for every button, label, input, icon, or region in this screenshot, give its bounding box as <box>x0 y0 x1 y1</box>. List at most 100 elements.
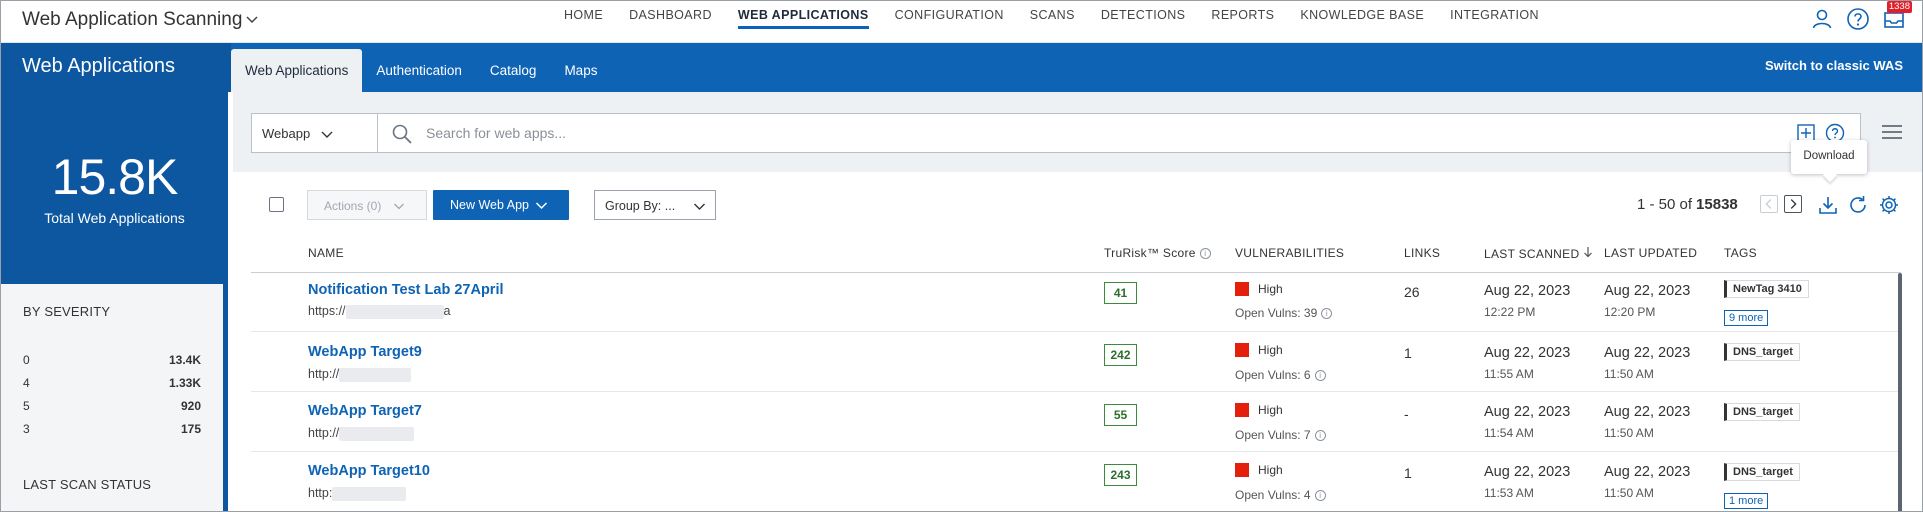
nav-detections[interactable]: DETECTIONS <box>1101 1 1186 43</box>
severity-level: 3 <box>23 422 30 436</box>
app-name-link[interactable]: WebApp Target9 <box>308 344 422 360</box>
last-scanned-date: Aug 22, 2023 <box>1484 464 1571 480</box>
last-scanned-date: Aug 22, 2023 <box>1484 283 1571 299</box>
chevron-down-icon <box>394 203 404 210</box>
select-all-checkbox[interactable] <box>269 197 284 212</box>
group-by-select[interactable]: Group By: ... <box>594 190 716 220</box>
last-updated-time: 11:50 AM <box>1604 426 1654 440</box>
search-input[interactable] <box>426 122 1726 144</box>
menu-icon[interactable] <box>1881 122 1903 142</box>
user-icon[interactable] <box>1810 7 1834 31</box>
info-icon[interactable]: i <box>1199 248 1211 260</box>
table-row[interactable]: WebApp Target7 http:// 55 High Open Vuln… <box>251 393 1901 452</box>
chevron-down-icon <box>694 203 705 210</box>
chevron-down-icon[interactable] <box>244 11 260 27</box>
last-updated-time: 11:50 AM <box>1604 486 1654 500</box>
column-header-last-scanned[interactable]: LAST SCANNED <box>1484 246 1593 261</box>
nav-reports[interactable]: REPORTS <box>1211 1 1274 43</box>
section-title: Web Applications <box>1 43 231 92</box>
more-tags-link[interactable]: 1 more <box>1724 493 1769 509</box>
open-vulns-text: Open Vulns: 7 <box>1235 428 1311 442</box>
tab-catalog[interactable]: Catalog <box>476 49 551 92</box>
nav-scans[interactable]: SCANS <box>1030 1 1075 43</box>
info-icon[interactable]: i <box>1314 490 1326 502</box>
nav-knowledge-base[interactable]: KNOWLEDGE BASE <box>1300 1 1424 43</box>
notification-badge: 1338 <box>1886 1 1912 13</box>
table-row[interactable]: WebApp Target10 http: 243 High Open Vuln… <box>251 453 1901 511</box>
search-type-select[interactable]: Webapp <box>252 114 378 152</box>
nav-web-applications[interactable]: WEB APPLICATIONS <box>737 1 869 43</box>
nav-dashboard[interactable]: DASHBOARD <box>629 1 712 43</box>
open-vulns: Open Vulns: 6i <box>1235 368 1326 382</box>
last-updated-date: Aug 22, 2023 <box>1604 404 1691 420</box>
download-icon[interactable] <box>1817 194 1839 216</box>
open-vulns-text: Open Vulns: 39 <box>1235 306 1318 320</box>
chevron-down-icon <box>535 202 548 210</box>
last-updated-time: 11:50 AM <box>1604 367 1654 381</box>
severity-row[interactable]: 0 13.4K <box>23 353 201 367</box>
severity-count: 13.4K <box>168 353 201 367</box>
pager-total: 15838 <box>1696 196 1738 213</box>
severity-level: 0 <box>23 353 30 367</box>
app-title: Web Application Scanning <box>22 9 243 30</box>
last-scanned-label: LAST SCANNED <box>1484 247 1580 261</box>
app-name-link[interactable]: WebApp Target7 <box>308 403 422 419</box>
info-icon[interactable]: i <box>1314 430 1326 442</box>
redacted-url <box>332 486 407 501</box>
info-icon[interactable]: i <box>1321 308 1333 320</box>
tab-web-applications[interactable]: Web Applications <box>231 49 363 92</box>
refresh-icon[interactable] <box>1847 194 1869 216</box>
new-web-app-button[interactable]: New Web App <box>433 190 569 220</box>
help-icon[interactable] <box>1846 7 1870 31</box>
search-type-label: Webapp <box>262 126 311 141</box>
table-row[interactable]: WebApp Target9 http:// 242 High Open Vul… <box>251 333 1901 392</box>
app-url: http:// <box>308 367 412 382</box>
info-icon[interactable]: i <box>1314 370 1326 382</box>
tag-chip[interactable]: DNS_target <box>1724 463 1800 481</box>
column-header-tags[interactable]: TAGS <box>1724 246 1757 260</box>
severity-row[interactable]: 4 1.33K <box>23 376 201 390</box>
settings-gear-icon[interactable] <box>1878 194 1900 216</box>
severity-row[interactable]: 5 920 <box>23 399 201 413</box>
trurisk-label: TruRisk™ Score <box>1104 246 1196 260</box>
actions-button[interactable]: Actions (0) <box>307 190 427 220</box>
top-bar: Web Application Scanning HOME DASHBOARD … <box>1 1 1922 43</box>
tab-authentication[interactable]: Authentication <box>362 49 476 92</box>
open-vulns-text: Open Vulns: 4 <box>1235 488 1311 502</box>
column-header-links[interactable]: LINKS <box>1404 246 1440 260</box>
app-name-link[interactable]: Notification Test Lab 27April <box>308 282 504 298</box>
last-scanned-date: Aug 22, 2023 <box>1484 345 1571 361</box>
column-header-name[interactable]: NAME <box>308 246 344 260</box>
table-scrollbar[interactable] <box>1898 273 1902 511</box>
tag-chip[interactable]: NewTag 3410 <box>1724 280 1809 298</box>
nav-configuration[interactable]: CONFIGURATION <box>895 1 1004 43</box>
main-nav: HOME DASHBOARD WEB APPLICATIONS CONFIGUR… <box>564 1 1565 43</box>
notifications-button[interactable]: 1338 <box>1882 1 1912 31</box>
next-page-button[interactable] <box>1784 195 1802 213</box>
links-count: 26 <box>1404 284 1420 300</box>
severity-high-indicator <box>1235 463 1249 477</box>
sub-tabs: Web Applications Authentication Catalog … <box>231 49 611 92</box>
tag-chip[interactable]: DNS_target <box>1724 403 1800 421</box>
trurisk-score-badge: 41 <box>1104 282 1137 304</box>
tag-chip[interactable]: DNS_target <box>1724 343 1800 361</box>
column-header-last-updated[interactable]: LAST UPDATED <box>1604 246 1697 260</box>
more-tags-link[interactable]: 9 more <box>1724 310 1769 326</box>
trurisk-score-badge: 55 <box>1104 404 1137 426</box>
severity-level: 5 <box>23 399 30 413</box>
url-suffix: a <box>443 304 451 318</box>
pager-range: 1 - 50 of <box>1637 196 1693 213</box>
app-name-link[interactable]: WebApp Target10 <box>308 463 430 479</box>
tab-maps[interactable]: Maps <box>550 49 611 92</box>
nav-integration[interactable]: INTEGRATION <box>1450 1 1539 43</box>
actions-label: Actions (0) <box>324 199 382 213</box>
switch-classic-link[interactable]: Switch to classic WAS <box>1765 58 1903 73</box>
nav-home[interactable]: HOME <box>564 1 603 43</box>
column-header-vulnerabilities[interactable]: VULNERABILITIES <box>1235 246 1344 260</box>
severity-count: 920 <box>180 399 201 413</box>
severity-row[interactable]: 3 175 <box>23 422 201 436</box>
last-scanned-time: 11:54 AM <box>1484 426 1534 440</box>
table-row[interactable]: Notification Test Lab 27April https://a … <box>251 273 1901 332</box>
prev-page-button[interactable] <box>1760 195 1778 213</box>
column-header-trurisk[interactable]: TruRisk™ Score i <box>1104 246 1211 260</box>
